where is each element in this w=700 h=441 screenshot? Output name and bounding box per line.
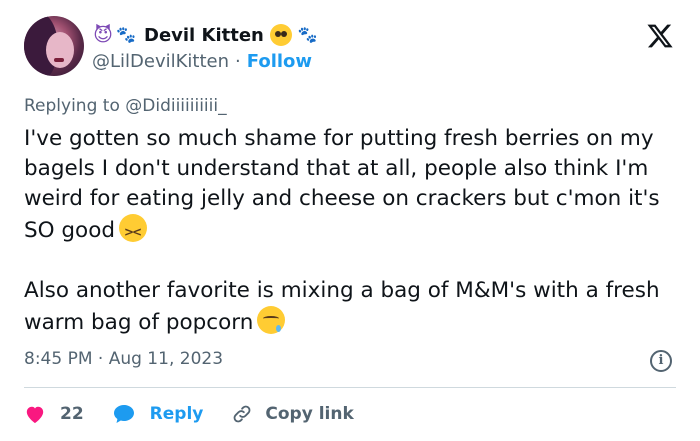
x-logo-icon[interactable]: [646, 22, 674, 50]
tweet-paragraph-2-text: Also another favorite is mixing a bag of…: [24, 278, 660, 335]
replying-to-line: Replying to @Didiiiiiiiiii_: [24, 96, 227, 116]
tweet-timestamp[interactable]: 8:45 PM · Aug 11, 2023: [24, 349, 223, 369]
like-count: 22: [60, 404, 84, 424]
replying-to-prefix: Replying to: [24, 96, 120, 116]
avatar-lip: [54, 58, 64, 62]
author-handle[interactable]: @LilDevilKitten: [92, 51, 229, 72]
author-name-row: 😈 🐾 Devil Kitten 🐾: [92, 22, 320, 48]
heart-icon: [26, 406, 44, 424]
avatar-face: [46, 32, 74, 68]
follow-button[interactable]: Follow: [247, 51, 312, 72]
divider: [24, 387, 676, 388]
handle-separator: ·: [235, 51, 241, 72]
like-button[interactable]: 22: [24, 404, 84, 424]
devil-emoji-icon: 😈: [93, 24, 113, 46]
copy-link-label: Copy link: [265, 404, 354, 424]
tweet-text: I've gotten so much shame for putting fr…: [24, 124, 684, 338]
action-bar: 22 Reply Copy link: [24, 400, 382, 428]
author-display-name[interactable]: Devil Kitten: [144, 25, 264, 46]
tweet-paragraph-1: I've gotten so much shame for putting fr…: [24, 124, 684, 247]
author-handle-row: @LilDevilKitten · Follow: [92, 51, 312, 72]
paws-emoji-icon: 🐾: [116, 25, 136, 44]
link-icon: [233, 405, 251, 423]
reply-label: Reply: [149, 404, 204, 424]
paws-emoji-icon-2: 🐾: [297, 25, 318, 44]
avatar[interactable]: [24, 16, 84, 76]
tired-face-emoji-icon: [119, 214, 148, 247]
tweet-paragraph-2: Also another favorite is mixing a bag of…: [24, 276, 684, 338]
copy-link-button[interactable]: Copy link: [231, 403, 354, 425]
pleading-face-emoji-icon: [269, 24, 292, 46]
drooling-face-emoji-icon: [257, 306, 286, 334]
reply-mention-link[interactable]: @Didiiiiiiiiii_: [125, 96, 226, 116]
info-icon[interactable]: i: [650, 350, 672, 372]
speech-bubble-icon: [113, 405, 134, 423]
reply-button[interactable]: Reply: [112, 403, 204, 425]
